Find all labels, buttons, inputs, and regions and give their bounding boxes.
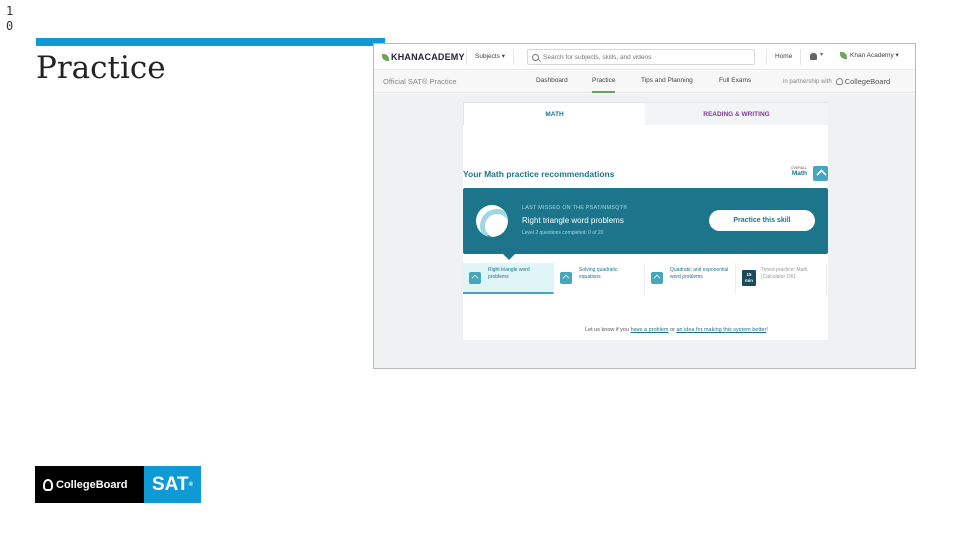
subjects-dropdown[interactable]: Subjects ▾ [466, 49, 514, 65]
collegeboard-wordmark: CollegeBoard [56, 478, 128, 491]
notification-caret[interactable]: ▾ [820, 51, 823, 58]
skill-icon [469, 272, 481, 284]
last-missed-label: LAST MISSED ON THE PSAT/NMSQT® [522, 205, 628, 211]
sat-wordmark: SAT [151, 473, 189, 495]
sat-logo: SAT ® [144, 466, 201, 503]
khan-academy-screenshot: KHANACADEMY Subjects ▾ Home ▾ Khan Acade… [373, 43, 916, 369]
practice-content: MATH READING & WRITING Your Math practic… [374, 94, 915, 368]
tab-reading-writing[interactable]: READING & WRITING [645, 102, 828, 125]
tab-dashboard[interactable]: Dashboard [536, 77, 568, 93]
search-input[interactable] [543, 53, 743, 61]
ka-logo-text: KHANACADEMY [391, 52, 465, 62]
subject-tabs: MATH READING & WRITING [463, 102, 828, 125]
recommendations-heading: Your Math practice recommendations [463, 169, 615, 179]
skill-icon [560, 272, 572, 284]
skill-item-quadratic-equations[interactable]: Solving quadratic equations [554, 263, 645, 294]
partnership-credit: in partnership with CollegeBoard [783, 77, 890, 86]
ka-top-nav: KHANACADEMY Subjects ▾ Home ▾ Khan Acade… [374, 44, 915, 70]
feedback-line: Let us know if you have a problem or an … [585, 327, 768, 333]
collegeboard-acorn-icon [835, 78, 843, 85]
search-icon [532, 53, 539, 61]
skill-label: Timed practice: Math (Calculator OK) [761, 267, 808, 280]
feedback-suffix: ! [766, 327, 768, 333]
suggest-idea-link[interactable]: an idea for making this system better [676, 327, 766, 333]
tab-math[interactable]: MATH [463, 102, 645, 125]
tab-practice[interactable]: Practice [592, 77, 616, 93]
profile-name: Khan Academy ▾ [850, 52, 899, 59]
tab-full-exams[interactable]: Full Exams [719, 77, 751, 93]
slide-title: Practice [36, 50, 166, 86]
notification-bell-icon[interactable] [810, 53, 817, 60]
skill-item-quadratic-exponential[interactable]: Quadratic and exponential word problems [645, 263, 736, 294]
sat-practice-title[interactable]: Official SAT® Practice [383, 77, 457, 86]
overall-value: Math [791, 170, 807, 177]
skill-progress-icon [476, 205, 508, 237]
practice-card: MATH READING & WRITING Your Math practic… [463, 102, 828, 340]
overall-indicator: OVERALL Math [783, 166, 807, 177]
level-progress-text: Level 2 questions completed: 0 of 20 [522, 230, 604, 236]
math-overall-icon[interactable] [813, 166, 828, 181]
profile-menu[interactable]: Khan Academy ▾ [840, 51, 899, 59]
timer-badge: 15 min [742, 270, 756, 286]
skill-label: Right triangle word problems [488, 267, 530, 280]
home-link[interactable]: Home [766, 49, 802, 65]
feedback-middle: or [670, 327, 675, 333]
collegeboard-logo: CollegeBoard [35, 466, 144, 503]
khan-academy-logo[interactable]: KHANACADEMY [382, 52, 465, 62]
tab-tips-and-planning[interactable]: Tips and Planning [641, 77, 693, 93]
skill-label: Quadratic and exponential word problems [670, 267, 729, 280]
practice-this-skill-button[interactable]: Practice this skill [709, 210, 815, 231]
sat-subnav: Official SAT® Practice Dashboard Practic… [374, 71, 915, 93]
partnership-text: in partnership with [783, 78, 832, 85]
skill-label: Solving quadratic equations [579, 267, 618, 280]
skill-icon [651, 272, 663, 284]
acorn-icon [43, 478, 53, 491]
partner-name: CollegeBoard [844, 77, 891, 86]
recommended-skill-name: Right triangle word problems [522, 216, 624, 225]
profile-avatar-icon [840, 51, 847, 59]
title-accent-bar [36, 38, 385, 46]
skill-item-right-triangle[interactable]: Right triangle word problems [463, 263, 554, 294]
sat-registered-mark: ® [188, 481, 193, 488]
recommended-skill-banner: LAST MISSED ON THE PSAT/NMSQT® Right tri… [463, 188, 828, 260]
slide-number: 10 [6, 4, 14, 33]
ka-leaf-icon [382, 53, 389, 61]
report-problem-link[interactable]: have a problem [631, 327, 669, 333]
search-box[interactable] [527, 49, 755, 65]
collegeboard-sat-logo: CollegeBoard SAT ® [35, 466, 201, 503]
skill-list: Right triangle word problems Solving qua… [463, 263, 828, 294]
skill-item-timed-practice[interactable]: 15 min Timed practice: Math (Calculator … [736, 263, 827, 294]
feedback-prefix: Let us know if you [585, 327, 630, 333]
